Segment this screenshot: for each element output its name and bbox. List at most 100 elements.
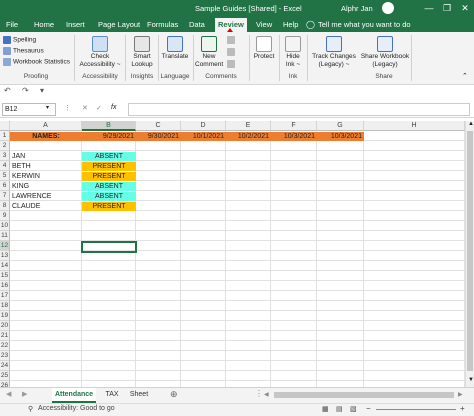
tab-file[interactable]: File	[6, 20, 18, 29]
row-header-4[interactable]: 4	[0, 161, 10, 171]
row-header-17[interactable]: 17	[0, 291, 10, 301]
date-cell[interactable]: 9/30/2021	[136, 132, 181, 141]
smart-lookup-button[interactable]: Smart Lookup	[128, 36, 156, 69]
enter-icon[interactable]: ✓	[96, 104, 102, 112]
sheet-tab-sheet[interactable]: Sheet	[126, 388, 152, 401]
tab-view[interactable]: View	[256, 20, 272, 29]
select-all-corner[interactable]	[0, 121, 10, 131]
zoom-in-icon[interactable]: +	[460, 404, 465, 413]
next-comment-icon[interactable]	[227, 60, 237, 68]
row-header-7[interactable]: 7	[0, 191, 10, 201]
tab-help[interactable]: Help	[283, 20, 298, 29]
page-layout-view-icon[interactable]: ▤	[336, 405, 343, 413]
new-comment-button[interactable]: New Comment	[195, 36, 223, 69]
row-header-23[interactable]: 23	[0, 351, 10, 361]
worksheet-grid[interactable]: ABCDEFGH 1 2 3 4 5 6 7 8 9 10 11 12 13 14 15 16 17 18 19 20…	[0, 121, 465, 387]
row-header-5[interactable]: 5	[0, 171, 10, 181]
page-break-view-icon[interactable]: ▧	[350, 405, 357, 413]
row-header-18[interactable]: 18	[0, 301, 10, 311]
share-workbook-button[interactable]: Share Workbook (Legacy)	[359, 36, 411, 69]
column-header-c[interactable]: C	[136, 121, 181, 131]
row-header-3[interactable]: 3	[0, 151, 10, 161]
previous-comment-icon[interactable]	[227, 48, 237, 56]
row-header-8[interactable]: 8	[0, 201, 10, 211]
name-cell[interactable]: KERWIN	[12, 172, 82, 181]
horizontal-scroll-thumb[interactable]	[274, 392, 454, 398]
formula-options-icon[interactable]: ⋮	[64, 104, 71, 112]
hscroll-left-icon[interactable]: ◀	[264, 391, 269, 398]
date-cell[interactable]: 10/3/2021	[271, 132, 317, 141]
undo-icon[interactable]: ↶	[4, 86, 11, 95]
zoom-out-icon[interactable]: −	[366, 404, 371, 413]
row-header-25[interactable]: 25	[0, 371, 10, 381]
track-changes-button[interactable]: Track Changes (Legacy) ~	[309, 36, 359, 69]
scroll-thumb[interactable]	[467, 131, 473, 371]
check-accessibility-button[interactable]: Check Accessibility ~	[78, 36, 122, 69]
date-cell[interactable]: 10/1/2021	[181, 132, 226, 141]
sheet-options-icon[interactable]: ⋮	[255, 389, 263, 398]
name-cell[interactable]: CLAUDE	[12, 202, 82, 211]
row-header-21[interactable]: 21	[0, 331, 10, 341]
add-sheet-icon[interactable]: ⊕	[170, 389, 178, 400]
status-cell[interactable]: ABSENT	[82, 182, 136, 191]
thesaurus-button[interactable]: Thesaurus	[3, 47, 44, 55]
sheet-tab-attendance[interactable]: Attendance	[52, 388, 96, 403]
status-cell[interactable]: ABSENT	[82, 152, 136, 161]
date-cell[interactable]: 9/29/2021	[82, 132, 136, 141]
scroll-down-icon[interactable]: ▼	[468, 377, 474, 383]
translate-button[interactable]: Translate	[160, 36, 190, 61]
name-cell[interactable]: JAN	[12, 152, 82, 161]
date-cell[interactable]: 10/2/2021	[226, 132, 271, 141]
zoom-slider[interactable]	[376, 409, 456, 410]
customize-qat-icon[interactable]: ▾	[40, 86, 44, 95]
cancel-icon[interactable]: ✕	[82, 104, 88, 112]
tell-me-search[interactable]: Tell me what you want to do	[318, 20, 411, 29]
scroll-up-icon[interactable]: ▲	[468, 121, 474, 127]
row-header-13[interactable]: 13	[0, 251, 10, 261]
hscroll-right-icon[interactable]: ▶	[458, 391, 463, 398]
hide-ink-button[interactable]: Hide Ink ~	[282, 36, 304, 69]
collapse-ribbon-icon[interactable]: ⌃	[462, 72, 468, 80]
tab-page-layout[interactable]: Page Layout	[98, 20, 140, 29]
protect-button[interactable]: Protect	[252, 36, 276, 61]
column-header-d[interactable]: D	[181, 121, 226, 131]
tab-home[interactable]: Home	[34, 20, 54, 29]
column-header-a[interactable]: A	[10, 121, 82, 131]
row-header-22[interactable]: 22	[0, 341, 10, 351]
close-button[interactable]: ✕	[456, 2, 474, 15]
selected-cell[interactable]	[81, 241, 137, 253]
namebox-dropdown-icon[interactable]: ▾	[46, 104, 49, 111]
row-header-10[interactable]: 10	[0, 221, 10, 231]
name-cell[interactable]: LAWRENCE	[12, 192, 82, 201]
scroll-tabs-right-icon[interactable]: ▶	[22, 390, 27, 398]
status-cell[interactable]: PRESENT	[82, 202, 136, 211]
tab-data[interactable]: Data	[189, 20, 205, 29]
delete-comment-icon[interactable]	[227, 36, 237, 44]
name-cell[interactable]: KING	[12, 182, 82, 191]
row-header-19[interactable]: 19	[0, 311, 10, 321]
name-cell[interactable]: BETH	[12, 162, 82, 171]
row-header-24[interactable]: 24	[0, 361, 10, 371]
spelling-button[interactable]: Spelling	[3, 36, 36, 44]
accessibility-status[interactable]: Accessibility: Good to go	[38, 405, 115, 412]
column-header-b[interactable]: B	[82, 121, 136, 131]
row-header-20[interactable]: 20	[0, 321, 10, 331]
row-header-2[interactable]: 2	[0, 141, 10, 151]
row-header-16[interactable]: 16	[0, 281, 10, 291]
status-cell[interactable]: ABSENT	[82, 192, 136, 201]
normal-view-icon[interactable]: ▦	[322, 405, 329, 413]
row-header-1[interactable]: 1	[0, 131, 10, 141]
sheet-tab-tax[interactable]: TAX	[100, 388, 124, 401]
tab-insert[interactable]: Insert	[66, 20, 85, 29]
fx-icon[interactable]: fx	[111, 104, 116, 111]
column-header-f[interactable]: F	[271, 121, 317, 131]
column-header-e[interactable]: E	[226, 121, 271, 131]
status-cell[interactable]: PRESENT	[82, 172, 136, 181]
row-header-14[interactable]: 14	[0, 261, 10, 271]
scroll-tabs-left-icon[interactable]: ◀	[6, 390, 11, 398]
column-header-h[interactable]: H	[364, 121, 465, 131]
workbook-statistics-button[interactable]: Workbook Statistics	[3, 58, 70, 66]
row-header-11[interactable]: 11	[0, 231, 10, 241]
formula-input[interactable]	[128, 103, 470, 116]
date-cell[interactable]: 10/3/2021	[317, 132, 364, 141]
